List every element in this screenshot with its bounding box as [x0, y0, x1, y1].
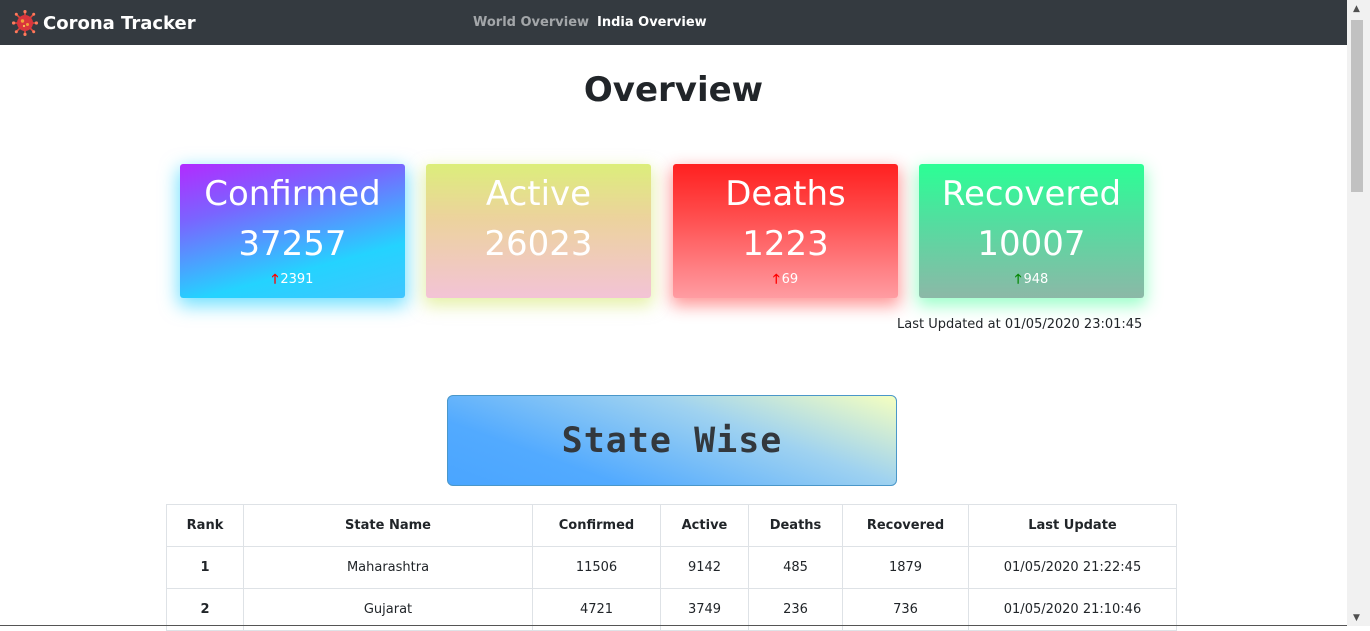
state-name-cell: Maharashtra — [243, 546, 533, 589]
coronavirus-icon — [12, 10, 38, 36]
arrow-up-icon: 🡑 — [271, 272, 279, 287]
vertical-scrollbar[interactable]: ▲ ▼ — [1347, 0, 1370, 626]
deaths-card: Deaths 1223 🡑 69 — [673, 164, 898, 298]
confirmed-card: Confirmed 37257 🡑 2391 — [180, 164, 405, 298]
last-updated-text: Last Updated at 01/05/2020 23:01:45 — [897, 317, 1143, 332]
nav-india-overview[interactable]: India Overview — [597, 15, 707, 30]
arrow-up-icon: 🡑 — [772, 272, 780, 287]
header-confirmed[interactable]: Confirmed — [532, 504, 661, 547]
header-state-name[interactable]: State Name — [243, 504, 533, 547]
recovered-label: Recovered — [941, 174, 1122, 214]
recovered-delta: 🡑 948 — [919, 272, 1144, 288]
table-row: 1 Maharashtra 11506 9142 485 1879 01/05/… — [166, 546, 1177, 589]
brand-name: Corona Tracker — [43, 12, 196, 34]
header-rank[interactable]: Rank — [166, 504, 244, 547]
confirmed-label: Confirmed — [204, 174, 381, 214]
confirmed-delta: 🡑 2391 — [180, 272, 405, 288]
brand-link[interactable]: Corona Tracker — [12, 10, 196, 36]
state-table: Rank State Name Confirmed Active Deaths … — [166, 504, 1177, 631]
active-label: Active — [485, 174, 592, 214]
confirmed-delta-value: 2391 — [280, 272, 314, 287]
header-recovered[interactable]: Recovered — [842, 504, 969, 547]
recovered-value: 10007 — [977, 224, 1086, 264]
navbar: Corona Tracker World Overview India Over… — [0, 0, 1347, 45]
rank-cell: 1 — [166, 546, 244, 589]
deaths-cell: 485 — [748, 546, 843, 589]
header-last-update[interactable]: Last Update — [968, 504, 1177, 547]
confirmed-cell: 11506 — [532, 546, 661, 589]
active-value: 26023 — [484, 224, 593, 264]
header-deaths[interactable]: Deaths — [748, 504, 843, 547]
active-cell: 9142 — [660, 546, 749, 589]
confirmed-value: 37257 — [238, 224, 347, 264]
deaths-value: 1223 — [742, 224, 829, 264]
deaths-delta-value: 69 — [781, 272, 799, 287]
active-card: Active 26023 — [426, 164, 651, 298]
recovered-card: Recovered 10007 🡑 948 — [919, 164, 1144, 298]
scroll-up-arrow-icon[interactable]: ▲ — [1353, 4, 1360, 14]
last-update-cell: 01/05/2020 21:22:45 — [968, 546, 1177, 589]
page-title: Overview — [583, 70, 764, 110]
scroll-down-arrow-icon[interactable]: ▼ — [1353, 613, 1360, 623]
deaths-label: Deaths — [725, 174, 846, 214]
deaths-delta: 🡑 69 — [673, 272, 898, 288]
arrow-up-icon: 🡑 — [1014, 272, 1022, 287]
recovered-cell: 1879 — [842, 546, 969, 589]
scrollbar-thumb[interactable] — [1351, 20, 1363, 192]
state-wise-button[interactable]: State Wise — [447, 395, 897, 486]
table-header-row: Rank State Name Confirmed Active Deaths … — [166, 504, 1177, 547]
header-active[interactable]: Active — [660, 504, 749, 547]
nav-world-overview[interactable]: World Overview — [473, 15, 589, 30]
recovered-delta-value: 948 — [1023, 272, 1049, 287]
